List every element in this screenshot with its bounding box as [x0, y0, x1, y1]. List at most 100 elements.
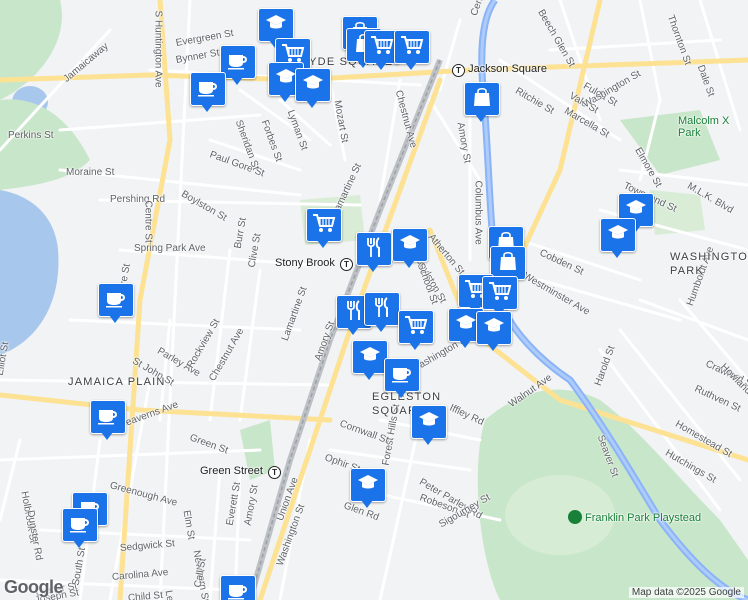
pin-tail: [403, 260, 415, 268]
park-label-text: Franklin Park Playstead: [585, 512, 702, 524]
pin-marker: [306, 208, 342, 242]
poi-pin-shopping-cart[interactable]: [394, 30, 430, 74]
poi-pin-school[interactable]: [350, 468, 386, 512]
poi-pin-school[interactable]: [352, 340, 388, 384]
google-logo: Google: [4, 577, 64, 597]
school-icon: [454, 312, 478, 339]
school-icon: [301, 72, 325, 99]
school-icon: [356, 472, 380, 499]
station-green-street[interactable]: Green Street T: [200, 465, 282, 479]
school-icon: [398, 232, 422, 259]
coffee-cup-icon: [68, 512, 92, 539]
pin-marker: [356, 232, 392, 266]
pin-marker: [364, 292, 400, 326]
pin-marker: [350, 468, 386, 502]
park-label-franklin-playstead: Franklin Park Playstead: [568, 510, 701, 524]
school-icon: [264, 12, 288, 39]
park-pin-icon: [568, 510, 582, 524]
poi-pin-coffee-cup[interactable]: [62, 508, 98, 552]
street-label: Perkins St: [8, 130, 54, 141]
pin-tail: [367, 264, 379, 272]
pin-tail: [487, 343, 499, 351]
restaurant-icon: [362, 236, 386, 263]
pin-marker: [62, 508, 98, 542]
poi-pin-coffee-cup[interactable]: [220, 575, 256, 600]
poi-pin-school[interactable]: [600, 218, 636, 262]
transit-t-icon: T: [268, 466, 282, 479]
pin-tail: [395, 390, 407, 398]
poi-pin-school[interactable]: [476, 311, 512, 355]
transit-t-icon: T: [452, 64, 465, 77]
pin-tail: [459, 340, 471, 348]
coffee-cup-icon: [226, 49, 250, 76]
transit-t-icon: T: [339, 258, 353, 271]
pin-tail: [279, 94, 291, 102]
pin-marker: [411, 405, 447, 439]
pin-marker: [476, 311, 512, 345]
coffee-cup-icon: [390, 362, 414, 389]
shopping-cart-icon: [400, 34, 424, 61]
pin-tail: [317, 240, 329, 248]
pin-tail: [475, 114, 487, 122]
street-label: S Huntington Ave: [152, 10, 164, 88]
poi-pin-restaurant[interactable]: [364, 292, 400, 336]
pin-marker: [352, 340, 388, 374]
pin-tail: [201, 104, 213, 112]
school-icon: [417, 409, 441, 436]
street-label: Centre St: [142, 200, 154, 243]
station-jackson-square[interactable]: T Jackson Square: [450, 63, 547, 77]
school-icon: [358, 344, 382, 371]
coffee-cup-icon: [104, 287, 128, 314]
park-label-malcolm-x: Malcolm X Park: [678, 115, 730, 139]
pin-tail: [361, 500, 373, 508]
pin-tail: [101, 432, 113, 440]
pin-marker: [394, 30, 430, 64]
area-label-jamaica-plain: JAMAICA PLAIN: [68, 376, 166, 388]
shopping-bag-icon: [496, 250, 520, 277]
poi-pin-coffee-cup[interactable]: [98, 283, 134, 327]
coffee-cup-icon: [226, 579, 250, 600]
shopping-cart-icon: [404, 314, 428, 341]
poi-pin-shopping-cart[interactable]: [306, 208, 342, 252]
shopping-cart-icon: [488, 280, 512, 307]
station-label: Stony Brook: [275, 257, 335, 269]
shopping-bag-icon: [470, 86, 494, 113]
poi-pin-restaurant[interactable]: [356, 232, 392, 276]
school-icon: [482, 315, 506, 342]
pin-tail: [231, 77, 243, 85]
pin-tail: [409, 342, 421, 350]
pin-tail: [405, 62, 417, 70]
street-label: Pershing Rd: [110, 194, 166, 205]
pin-tail: [422, 437, 434, 445]
poi-pin-school[interactable]: [392, 228, 428, 272]
pin-marker: [220, 575, 256, 600]
pin-tail: [306, 100, 318, 108]
map-canvas[interactable]: Jamaicaway S Huntington Ave Evergreen St By…: [0, 0, 748, 600]
pin-marker: [98, 283, 134, 317]
station-stony-brook[interactable]: Stony Brook T: [275, 257, 353, 271]
poi-pin-coffee-cup[interactable]: [90, 400, 126, 444]
shopping-cart-icon: [312, 212, 336, 239]
pin-marker: [384, 358, 420, 392]
school-icon: [606, 222, 630, 249]
poi-pin-school[interactable]: [411, 405, 447, 449]
restaurant-icon: [342, 299, 366, 326]
shopping-cart-icon: [370, 34, 394, 61]
street-label: Columbus Ave: [472, 180, 484, 245]
pin-marker: [398, 310, 434, 344]
pin-marker: [392, 228, 428, 262]
pin-tail: [375, 62, 387, 70]
pin-marker: [490, 246, 526, 280]
street-label: Spring Park Ave: [134, 243, 206, 254]
poi-pin-shopping-bag[interactable]: [464, 82, 500, 126]
poi-pin-coffee-cup[interactable]: [190, 72, 226, 116]
poi-pin-coffee-cup[interactable]: [384, 358, 420, 402]
poi-pin-school[interactable]: [295, 68, 331, 112]
pin-tail: [109, 315, 121, 323]
pin-tail: [375, 324, 387, 332]
pin-tail: [363, 372, 375, 380]
street-label: Moraine St: [66, 167, 115, 178]
pin-marker: [190, 72, 226, 106]
poi-pin-shopping-cart[interactable]: [398, 310, 434, 354]
map-attribution: Map data ©2025 Google: [628, 587, 744, 598]
